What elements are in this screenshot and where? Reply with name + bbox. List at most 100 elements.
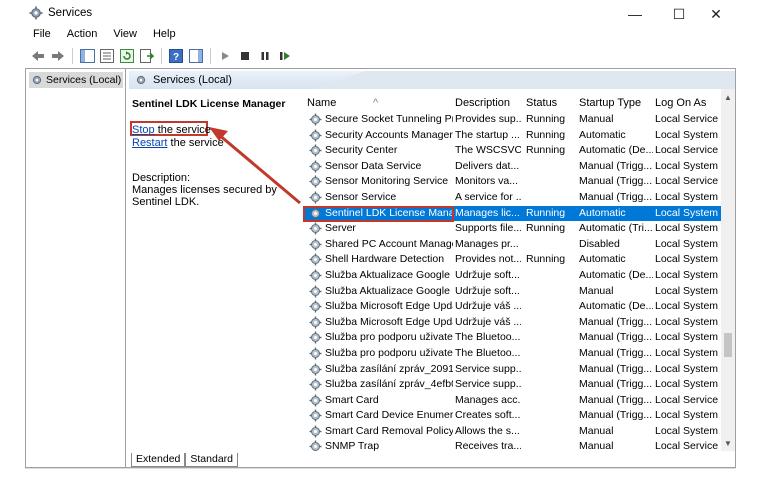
service-row[interactable]: Sensor Service A service for ... Manual (T… — [303, 190, 721, 206]
service-row[interactable]: Sentinel LDK License ManagerManages lic.… — [303, 205, 721, 222]
service-row[interactable]: Služba Aktualizace Google (... Udržuje so… — [303, 284, 721, 300]
service-row[interactable]: Sensor Monitoring Service Monitors va... M… — [303, 174, 721, 190]
show-hide-tree-button[interactable] — [78, 47, 96, 65]
service-row[interactable]: Smart Card Manages acc... Manual (Trigg...… — [303, 393, 721, 409]
service-gear-icon — [309, 363, 322, 375]
tree-item-services-local[interactable]: Services (Local) — [29, 72, 123, 88]
service-name: Služba Microsoft Edge Upda... — [325, 300, 453, 313]
service-row[interactable]: Shell Hardware Detection Provides not... R… — [303, 252, 721, 268]
service-name: SNMP Trap — [325, 440, 380, 451]
service-row[interactable]: Služba zasílání zpráv_209131...Service s… — [303, 362, 721, 378]
vertical-scrollbar[interactable]: ▲ ▼ — [721, 89, 735, 451]
back-button[interactable] — [29, 47, 47, 65]
refresh-button[interactable] — [118, 47, 136, 65]
restart-service-button[interactable] — [276, 47, 294, 65]
service-name: Služba zasílání zpráv_4efb0c5 — [325, 378, 453, 391]
menu-action[interactable]: Action — [59, 28, 106, 42]
service-row[interactable]: Security Center The WSCSVC... Running Autom… — [303, 143, 721, 159]
service-name: Security Accounts Manager — [325, 128, 453, 141]
restart-service-link[interactable]: Restart — [132, 137, 167, 149]
pause-service-button[interactable] — [256, 47, 274, 65]
service-gear-icon — [309, 440, 322, 451]
service-row[interactable]: SNMP Trap Receives tra... Manual Local Serv… — [303, 439, 721, 451]
menu-view[interactable]: View — [105, 28, 145, 42]
service-startup-type: Manual (Trigg... — [579, 159, 653, 172]
column-name[interactable]: Name — [307, 97, 336, 109]
service-row[interactable]: Služba zasílání zpráv_4efb0c5Service sup… — [303, 377, 721, 393]
service-gear-icon — [309, 253, 322, 266]
show-action-pane-button[interactable] — [187, 47, 205, 65]
restart-suffix: the service — [167, 137, 224, 149]
service-row[interactable]: Sensor Data Service Delivers dat... Manual… — [303, 159, 721, 175]
column-startup-type[interactable]: Startup Type — [579, 97, 641, 109]
action-pane-icon — [189, 49, 203, 63]
service-startup-type: Manual (Trigg... — [579, 378, 653, 391]
service-description: A service for ... — [455, 190, 521, 203]
column-status[interactable]: Status — [526, 97, 557, 109]
properties-button[interactable] — [98, 47, 116, 65]
tab-standard[interactable]: Standard — [185, 453, 238, 467]
service-row[interactable]: Služba pro podporu uživatel... The Blueto… — [303, 346, 721, 362]
scroll-up-icon[interactable]: ▲ — [724, 93, 732, 102]
close-icon: ✕ — [710, 5, 722, 22]
service-log-on-as: Local Service — [655, 175, 719, 188]
help-button[interactable]: ? — [167, 47, 185, 65]
service-row[interactable]: Shared PC Account Manager Manages pr... Di… — [303, 237, 721, 253]
tab-extended[interactable]: Extended — [131, 453, 186, 467]
service-name: Služba Microsoft Edge Upda... — [325, 315, 453, 328]
minimize-button[interactable]: — — [616, 0, 654, 28]
service-row[interactable]: Služba Microsoft Edge Upda... Udržuje váš… — [303, 315, 721, 331]
service-name: Služba Aktualizace Google (... — [325, 268, 453, 281]
tree-item-label: Services (Local) — [46, 74, 122, 86]
service-log-on-as: Local System — [655, 190, 719, 203]
start-service-button[interactable] — [216, 47, 234, 65]
forward-button[interactable] — [49, 47, 67, 65]
service-row[interactable]: Security Accounts Manager The startup ...… — [303, 128, 721, 144]
service-description: Manages lic... — [455, 206, 520, 219]
service-description: Manages pr... — [455, 237, 519, 250]
service-startup-type: Manual (Trigg... — [579, 346, 653, 359]
service-description: Delivers dat... — [455, 159, 520, 172]
column-log-on-as[interactable]: Log On As — [655, 97, 706, 109]
service-row[interactable]: Server Supports file... Running Automatic (… — [303, 221, 721, 237]
service-status: Running — [526, 113, 566, 125]
view-tabs: Extended Standard — [131, 453, 238, 467]
service-row[interactable]: Smart Card Device Enumerat...Creates sof… — [303, 408, 721, 424]
maximize-button[interactable]: ☐ — [660, 0, 698, 28]
menu-help[interactable]: Help — [145, 28, 184, 42]
service-row[interactable]: Služba pro podporu uživatel... The Blueto… — [303, 330, 721, 346]
service-row[interactable]: Secure Socket Tunneling Pro...Provides s… — [303, 112, 721, 128]
close-button[interactable]: ✕ — [697, 0, 735, 28]
service-startup-type: Manual (Trigg... — [579, 409, 653, 422]
service-log-on-as: Local System — [655, 315, 719, 328]
service-row[interactable]: Služba Microsoft Edge Upda... Udržuje váš… — [303, 299, 721, 315]
service-gear-icon — [309, 113, 322, 126]
column-description[interactable]: Description — [455, 97, 510, 109]
service-startup-type: Manual (Trigg... — [579, 315, 653, 328]
service-name: Služba pro podporu uživatel... — [325, 331, 453, 344]
service-row[interactable]: Služba Aktualizace Google (... Udržuje so… — [303, 268, 721, 284]
service-description: Provides not... — [455, 253, 521, 266]
svg-text:?: ? — [173, 52, 179, 63]
service-gear-icon — [309, 222, 322, 235]
play-icon — [222, 52, 229, 60]
menu-file[interactable]: File — [25, 28, 59, 42]
stop-service-link[interactable]: Stop — [132, 124, 155, 136]
service-description: Service supp... — [455, 362, 521, 375]
service-row[interactable]: Smart Card Removal Policy Allows the s...… — [303, 424, 721, 440]
console-tree: Services (Local) — [26, 69, 126, 467]
pause-icon — [261, 52, 269, 60]
back-arrow-icon — [32, 51, 44, 61]
scroll-down-icon[interactable]: ▼ — [724, 439, 732, 448]
scroll-thumb[interactable] — [724, 333, 732, 357]
stop-action: Stop the service — [132, 124, 211, 136]
service-description: The Bluetoo... — [455, 331, 521, 344]
service-description: Service supp... — [455, 378, 521, 391]
service-startup-type: Manual (Trigg... — [579, 331, 653, 344]
service-log-on-as: Local Service — [655, 393, 719, 406]
export-list-button[interactable] — [138, 47, 156, 65]
service-description: Allows the s... — [455, 424, 520, 437]
stop-service-button[interactable] — [236, 47, 254, 65]
service-name: Secure Socket Tunneling Pro... — [325, 113, 453, 125]
service-startup-type: Manual — [579, 284, 614, 297]
